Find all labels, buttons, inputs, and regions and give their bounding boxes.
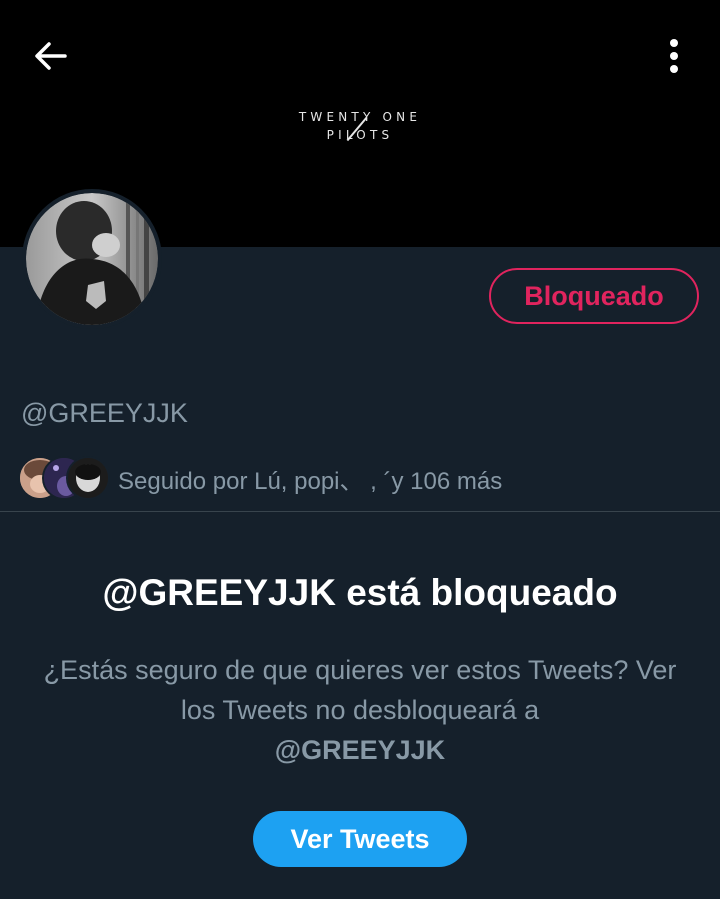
blocked-description-text: ¿Estás seguro de que quieres ver estos T… [43,655,677,725]
blocked-title: @GREEYJJK está bloqueado [102,572,618,613]
view-tweets-button[interactable]: Ver Tweets [253,811,467,867]
more-options-button[interactable] [654,34,694,78]
profile-avatar[interactable] [22,189,162,329]
logo-line-2: PILOTS [326,128,394,142]
blocked-button[interactable]: Bloqueado [489,268,699,324]
band-logo: TWENTY ONE PILOTS [290,108,430,148]
profile-handle: @GREEYJJK [21,398,188,428]
blocked-description-handle: @GREEYJJK [274,735,446,765]
followers-you-know[interactable]: Seguido por Lú, popi、 , ´y 106 más [18,455,502,501]
divider [0,511,720,512]
blocked-description: ¿Estás seguro de que quieres ver estos T… [40,650,680,770]
arrow-left-icon [35,42,67,70]
follower-avatar [66,456,110,500]
back-button[interactable] [28,36,72,76]
more-vertical-icon [670,39,678,73]
follower-avatars [18,456,110,500]
followed-by-text: Seguido por Lú, popi、 , ´y 106 más [118,467,503,495]
